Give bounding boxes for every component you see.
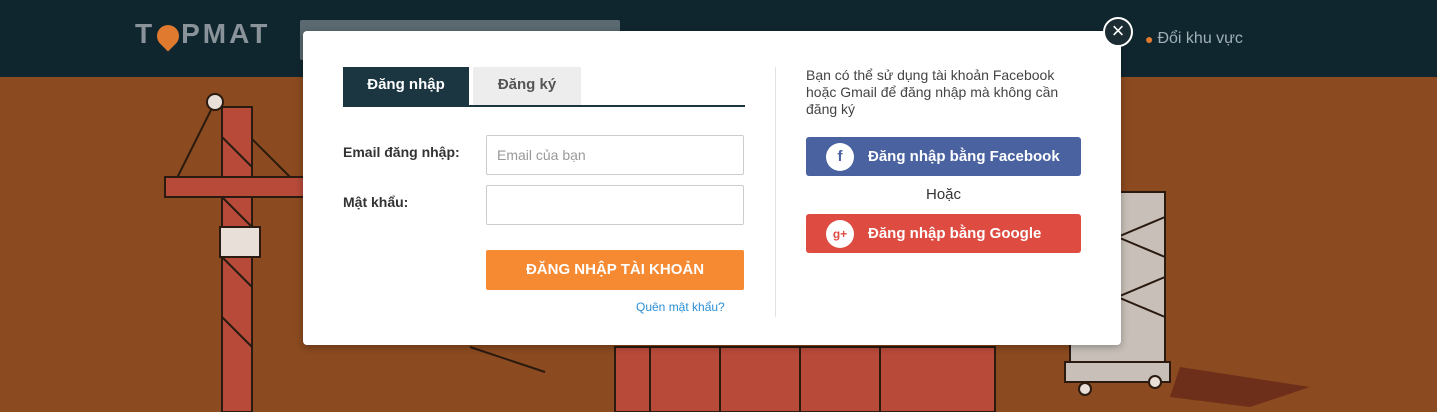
password-label: Mật khẩu:: [343, 194, 409, 210]
logo-pin-icon: [152, 20, 184, 52]
facebook-icon: f: [826, 142, 854, 171]
facebook-login-label: Đăng nhập bằng Facebook: [868, 148, 1060, 165]
login-button[interactable]: ĐĂNG NHẬP TÀI KHOẢN: [486, 250, 744, 290]
social-login-info: Bạn có thể sử dụng tài khoản Facebook ho…: [806, 67, 1059, 117]
forgot-password-link[interactable]: Quên mật khẩu?: [636, 300, 725, 314]
google-login-label: Đăng nhập bằng Google: [868, 225, 1042, 242]
login-modal: Đăng nhập Đăng ký Email đăng nhập: Mật k…: [303, 31, 1121, 345]
google-login-button[interactable]: g+ Đăng nhập bằng Google: [806, 214, 1081, 253]
email-label: Email đăng nhập:: [343, 144, 460, 160]
column-divider: [775, 67, 776, 317]
region-label: Đổi khu vực: [1157, 30, 1243, 47]
close-icon[interactable]: ×: [1103, 17, 1133, 47]
tab-login[interactable]: Đăng nhập: [343, 67, 469, 105]
topmat-logo[interactable]: T PMAT: [135, 14, 270, 54]
tab-register[interactable]: Đăng ký: [473, 67, 581, 105]
logo-text-left: T: [135, 18, 156, 49]
auth-tabs: Đăng nhập Đăng ký: [343, 67, 745, 107]
or-separator: Hoặc: [925, 186, 962, 203]
facebook-login-button[interactable]: f Đăng nhập bằng Facebook: [806, 137, 1081, 176]
logo-text-right: PMAT: [181, 18, 271, 49]
location-pin-icon: ●: [1145, 31, 1154, 47]
password-input[interactable]: [486, 185, 744, 225]
google-plus-icon: g+: [826, 219, 854, 248]
email-input[interactable]: [486, 135, 744, 175]
change-region-link[interactable]: ● Đổi khu vực: [1145, 30, 1243, 48]
